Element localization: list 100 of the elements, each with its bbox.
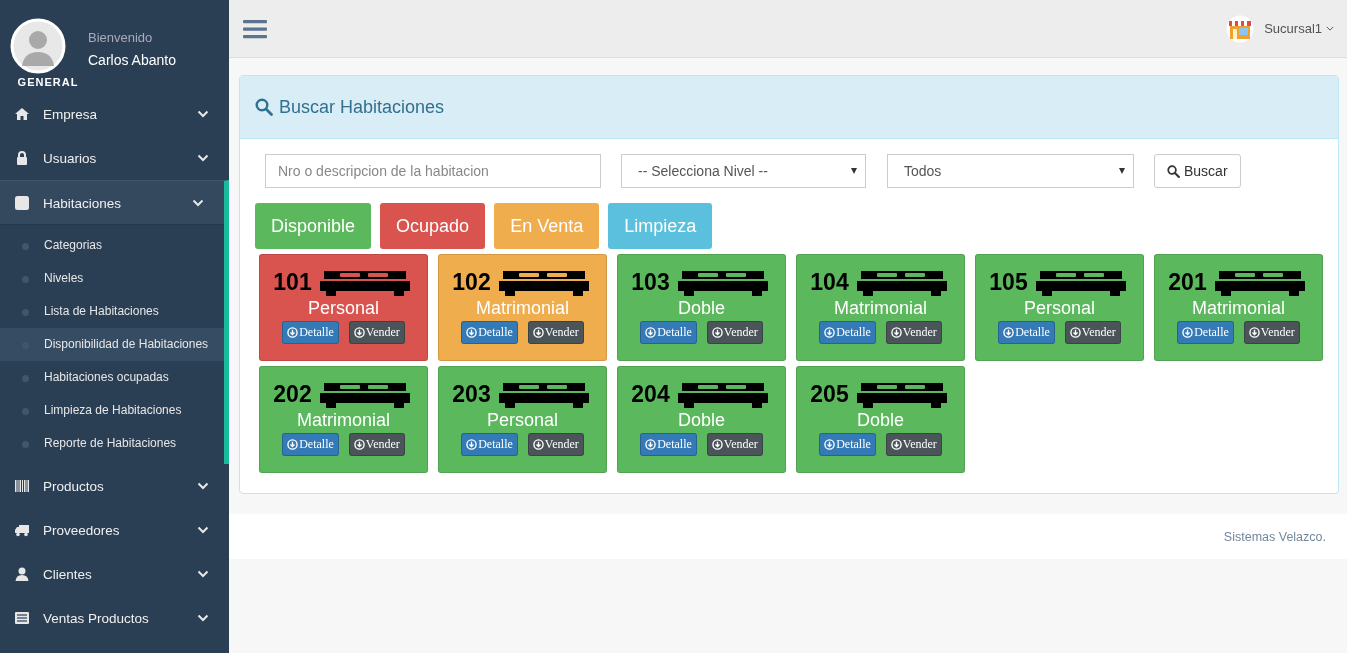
menu-icon[interactable]	[243, 18, 267, 39]
room-number: 205	[810, 380, 849, 408]
detail-button[interactable]: Detalle	[640, 433, 697, 456]
search-icon	[1167, 164, 1180, 178]
submenu-item[interactable]: Niveles	[0, 262, 224, 295]
chevron-icon	[1326, 26, 1334, 31]
detail-button[interactable]: Detalle	[1177, 321, 1234, 344]
room-type: Matrimonial	[476, 298, 569, 319]
submenu-item[interactable]: Disponibilidad de Habitaciones	[0, 328, 224, 361]
greeting-text: Bienvenido	[88, 30, 154, 45]
download-icon	[287, 327, 299, 338]
barcode-icon	[14, 478, 30, 494]
sell-button[interactable]: Vender	[885, 433, 942, 456]
detail-button[interactable]: Detalle	[282, 321, 339, 344]
room-type: Matrimonial	[297, 410, 390, 431]
level-select[interactable]: -- Selecciona Nivel --	[621, 154, 866, 188]
truck-icon	[14, 522, 30, 538]
download-icon	[1248, 327, 1260, 338]
sell-button[interactable]: Vender	[706, 321, 763, 344]
download-icon	[1069, 327, 1081, 338]
chevron-icon	[192, 199, 204, 207]
detail-button[interactable]: Detalle	[819, 321, 876, 344]
room-type: Personal	[307, 298, 379, 319]
room-number: 102	[452, 268, 491, 296]
sell-button[interactable]: Vender	[527, 433, 584, 456]
room-number: 104	[810, 268, 849, 296]
submenu-item[interactable]: Lista de Habitaciones	[0, 295, 224, 328]
status-filter-button[interactable]: Ocupado	[380, 203, 486, 249]
sell-button[interactable]: Vender	[1243, 321, 1300, 344]
submenu-item[interactable]: Reporte de Habitaciones	[0, 427, 224, 460]
chevron-icon	[197, 614, 209, 622]
chevron-icon	[197, 110, 209, 118]
sidebar-item[interactable]: Ventas Productos	[0, 596, 229, 640]
detail-button[interactable]: Detalle	[998, 321, 1055, 344]
role-label: GENERAL	[17, 76, 79, 88]
avatar-icon	[10, 18, 66, 74]
user-icon	[14, 566, 30, 582]
sell-button[interactable]: Vender	[885, 321, 942, 344]
download-icon	[824, 327, 836, 338]
list-icon	[14, 610, 30, 626]
download-icon	[1182, 327, 1194, 338]
branch-dropdown[interactable]: Sucursal1	[1264, 21, 1322, 36]
user-name: Carlos Abanto	[88, 52, 176, 68]
chevron-icon	[197, 526, 209, 534]
room-number: 204	[631, 380, 670, 408]
sidebar-item[interactable]: Productos	[0, 464, 229, 508]
sell-button[interactable]: Vender	[706, 433, 763, 456]
download-icon	[353, 439, 365, 450]
search-field[interactable]: Nro o descripcion de la habitacion	[265, 154, 601, 188]
search-icon	[255, 98, 273, 116]
download-icon	[532, 439, 544, 450]
chevron-icon	[197, 482, 209, 490]
detail-button[interactable]: Detalle	[819, 433, 876, 456]
chevron-icon	[197, 154, 209, 162]
room-number: 105	[989, 268, 1028, 296]
download-icon	[711, 327, 723, 338]
submenu-item[interactable]: Limpieza de Habitaciones	[0, 394, 224, 427]
home-icon	[14, 106, 30, 122]
detail-button[interactable]: Detalle	[640, 321, 697, 344]
sidebar-item[interactable]: Habitaciones	[0, 180, 229, 225]
lock-icon	[14, 150, 30, 166]
sidebar-item[interactable]: Empresa	[0, 92, 229, 136]
download-icon	[890, 327, 902, 338]
detail-button[interactable]: Detalle	[282, 433, 339, 456]
sidebar-item[interactable]: Usuarios	[0, 136, 229, 180]
sell-button[interactable]: Vender	[348, 433, 405, 456]
chevron-icon	[197, 570, 209, 578]
footer-text: Sistemas Velazco.	[1223, 529, 1326, 544]
submenu-item[interactable]: Habitaciones ocupadas	[0, 361, 224, 394]
room-number: 103	[631, 268, 670, 296]
store-icon	[1226, 14, 1255, 43]
sidebar-item[interactable]: Clientes	[0, 552, 229, 596]
sell-button[interactable]: Vender	[348, 321, 405, 344]
download-icon	[645, 439, 657, 450]
room-type: Doble	[857, 410, 904, 431]
detail-button[interactable]: Detalle	[461, 433, 518, 456]
room-type: Personal	[486, 410, 558, 431]
download-icon	[466, 327, 478, 338]
status-select[interactable]: Todos	[887, 154, 1134, 188]
download-icon	[466, 439, 478, 450]
search-button[interactable]: Buscar	[1154, 154, 1241, 188]
download-icon	[1003, 327, 1015, 338]
room-number: 203	[452, 380, 491, 408]
submenu-item[interactable]: Categorias	[0, 229, 224, 262]
room-type: Personal	[1023, 298, 1095, 319]
download-icon	[287, 439, 299, 450]
sidebar-item[interactable]: Proveedores	[0, 508, 229, 552]
detail-button[interactable]: Detalle	[461, 321, 518, 344]
download-icon	[890, 439, 902, 450]
download-icon	[824, 439, 836, 450]
panel-title: Buscar Habitaciones	[279, 96, 445, 118]
sell-button[interactable]: Vender	[1064, 321, 1121, 344]
download-icon	[645, 327, 657, 338]
sell-button[interactable]: Vender	[527, 321, 584, 344]
room-type: Doble	[678, 410, 725, 431]
room-number: 101	[273, 268, 312, 296]
square-icon	[14, 195, 30, 211]
download-icon	[353, 327, 365, 338]
room-type: Matrimonial	[1192, 298, 1285, 319]
room-number: 201	[1168, 268, 1207, 296]
